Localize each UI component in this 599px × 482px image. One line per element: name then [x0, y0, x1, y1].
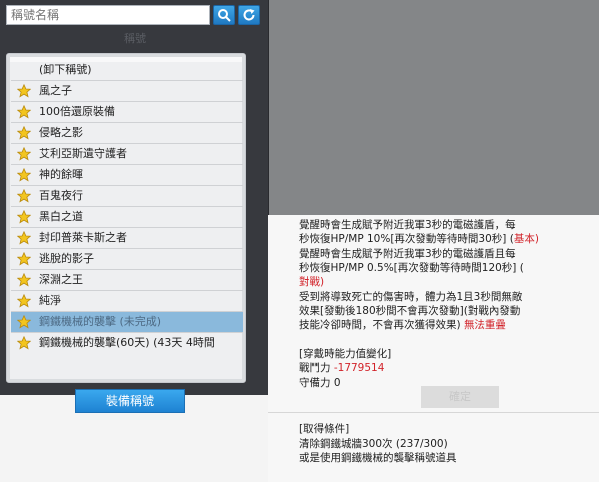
confirm-button-faded[interactable]: 確定 — [421, 386, 499, 408]
tooltip-effect-line: 技能冷卻時間，不會再次獲得效果) 無法重疊 — [299, 319, 506, 332]
tooltip-requirement-line: 或是使用鋼鐵機械的襲擊稱號道具 — [299, 452, 457, 464]
title-list-item[interactable]: 深淵之王 — [11, 270, 243, 291]
star-icon — [17, 315, 31, 329]
search-bar — [6, 5, 264, 25]
title-list-item-label: 封印普萊卡斯之者 — [39, 231, 127, 244]
title-panel: 稱號 (卸下稱號) 風之子 100倍還原裝備侵略之影艾利亞斯遺守護者神的餘暉百鬼夜行… — [0, 0, 269, 413]
combat-power-label: 戰鬥力 — [299, 362, 334, 374]
title-list-item[interactable]: 純淨 — [11, 291, 243, 312]
title-list-item-label: (卸下稱號) — [39, 63, 92, 76]
title-list-item[interactable]: 風之子 — [11, 81, 243, 102]
title-list-item-label: 百鬼夜行 — [39, 189, 83, 202]
title-list-item-label: 神的餘暉 — [39, 168, 83, 181]
title-list-item-label: 逃脫的影子 — [39, 252, 94, 265]
title-list-item-label: 鋼鐵機械的襲擊 (未完成) — [39, 315, 162, 328]
title-tooltip: 覺醒時會生成賦予附近我軍3秒的電磁護盾，每 秒恢復HP/MP 10%[再次發動等… — [268, 215, 599, 482]
star-icon — [17, 294, 31, 308]
search-button[interactable] — [213, 5, 235, 25]
star-icon — [17, 273, 31, 287]
title-list-item-label: 深淵之王 — [39, 273, 83, 286]
title-list-item-label: 黑白之道 — [39, 210, 83, 223]
title-list-item[interactable]: (卸下稱號) — [11, 60, 243, 81]
combat-power-value: -1779514 — [333, 362, 385, 374]
tooltip-mode-tag: 對戰) — [299, 276, 325, 288]
title-list-item[interactable]: 侵略之影 — [11, 123, 243, 144]
star-icon — [17, 147, 31, 161]
tooltip-effect-text: 秒恢復HP/MP 0.5%[再次發動等待時間120秒] ( — [299, 262, 524, 274]
tooltip-combat-power: 戰鬥力 -1779514 — [299, 362, 384, 375]
tooltip-requirement-header: [取得條件] — [299, 423, 350, 435]
title-list-item-label: 100倍還原裝備 — [39, 105, 115, 118]
star-icon — [17, 210, 31, 224]
title-list-item-label: 艾利亞斯遺守護者 — [39, 147, 127, 160]
title-list-item[interactable]: 神的餘暉 — [11, 165, 243, 186]
tooltip-requirement-line: 清除鋼鐵城牆300次 (237/300) — [299, 438, 448, 450]
section-header: 稱號 — [124, 32, 146, 45]
star-icon — [17, 105, 31, 119]
tooltip-divider — [268, 412, 599, 413]
tooltip-effect-line: 秒恢復HP/MP 0.5%[再次發動等待時間120秒] ( — [299, 262, 524, 275]
tooltip-mode-tag: 基本) — [513, 233, 539, 245]
tooltip-effect-line: 秒恢復HP/MP 10%[再次發動等待時間30秒] (基本) — [299, 233, 539, 246]
star-icon — [17, 189, 31, 203]
title-list-item[interactable]: 100倍還原裝備 — [11, 102, 243, 123]
title-list-item-label: 風之子 — [39, 84, 72, 97]
title-list-item[interactable]: 黑白之道 — [11, 207, 243, 228]
tooltip-no-stack: 無法重疊 — [463, 319, 506, 331]
title-list-box: (卸下稱號) 風之子 100倍還原裝備 侵略之影艾利亞斯遺守護者 神的餘暉百鬼夜行黑白之… — [6, 53, 246, 383]
star-icon — [17, 336, 31, 350]
star-icon — [17, 126, 31, 140]
title-list-item[interactable]: 鋼鐵機械的襲擊 (未完成) — [11, 312, 243, 333]
tooltip-effect-text: 技能冷卻時間，不會再次獲得效果) — [299, 319, 464, 331]
star-icon — [17, 231, 31, 245]
tooltip-mode-tag-line: 對戰) — [299, 276, 324, 289]
refresh-button[interactable] — [238, 5, 260, 25]
title-list-item-label: 鋼鐵機械的襲擊(60天) (43天 4時間 — [39, 336, 215, 349]
star-icon — [17, 168, 31, 182]
title-list-item-label: 純淨 — [39, 294, 61, 307]
title-list-item[interactable]: 鋼鐵機械的襲擊(60天) (43天 4時間 — [11, 333, 243, 350]
title-list-item[interactable]: 逃脫的影子 — [11, 249, 243, 270]
star-icon — [17, 84, 31, 98]
search-icon — [218, 9, 231, 22]
refresh-icon — [243, 9, 255, 21]
tooltip-defense: 守備力 0 — [299, 377, 341, 389]
tooltip-stat-header: [穿戴時能力值變化] — [299, 348, 392, 360]
tooltip-effect-line: 效果[發動後180秒間不會再次發動](對戰內發動 — [299, 305, 521, 317]
title-list[interactable]: (卸下稱號) 風之子 100倍還原裝備 侵略之影艾利亞斯遺守護者 神的餘暉百鬼夜行黑白之… — [11, 60, 243, 350]
title-list-item[interactable]: 封印普萊卡斯之者 — [11, 228, 243, 249]
tooltip-effect-text: 秒恢復HP/MP 10%[再次發動等待時間30秒] ( — [299, 233, 514, 245]
star-icon — [17, 252, 31, 266]
title-list-item[interactable]: 艾利亞斯遺守護者 — [11, 144, 243, 165]
title-list-item-label: 侵略之影 — [39, 126, 83, 139]
search-input[interactable] — [6, 5, 210, 25]
tooltip-effect-line: 覺醒時會生成賦予附近我軍3秒的電磁護盾，每 — [299, 219, 516, 231]
title-list-item[interactable]: 百鬼夜行 — [11, 186, 243, 207]
tooltip-effect-line: 受到將導致死亡的傷害時，體力為1且3秒間無敵 — [299, 291, 523, 303]
equip-title-button[interactable]: 裝備稱號 — [75, 389, 185, 413]
tooltip-effect-line: 覺醒時會生成賦予附近我軍3秒的電磁護盾且每 — [299, 248, 516, 260]
